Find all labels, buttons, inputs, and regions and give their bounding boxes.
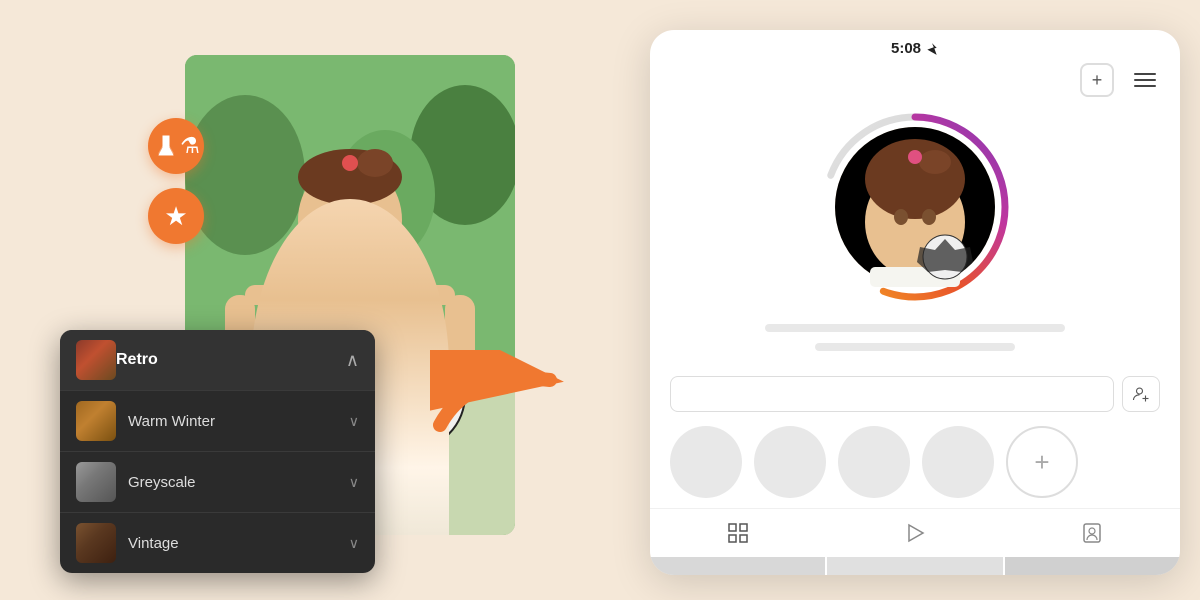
warm-winter-thumb (76, 401, 116, 441)
bio-line-2 (815, 343, 1015, 351)
friend-search-input[interactable] (670, 376, 1114, 412)
lab-icon (152, 132, 180, 160)
tab-play[interactable] (883, 517, 947, 549)
retro-thumb (76, 340, 116, 380)
retro-chevron: ∧ (346, 350, 359, 371)
vintage-label: Vintage (128, 535, 349, 552)
status-bar: 5:08 (650, 30, 1180, 63)
portrait-icon (1080, 521, 1104, 545)
play-icon (903, 521, 927, 545)
filter-dropdown: Retro ∧ Warm Winter ∨ Greyscale ∨ Vintag… (60, 330, 375, 573)
dropdown-header-retro[interactable]: Retro ∧ (60, 330, 375, 390)
story-circle-2[interactable] (754, 426, 826, 498)
add-friend-button[interactable] (1122, 376, 1160, 412)
story-circle-1[interactable] (670, 426, 742, 498)
stories-row: + (650, 416, 1180, 508)
add-story-button[interactable]: + (1006, 426, 1078, 498)
greyscale-chevron: ∨ (349, 474, 359, 491)
tab-grid[interactable] (706, 517, 770, 549)
dropdown-item-warm-winter[interactable]: Warm Winter ∨ (60, 390, 375, 451)
grid-cell-3[interactable] (1005, 557, 1180, 575)
tab-portrait[interactable] (1060, 517, 1124, 549)
retro-label: Retro (116, 351, 346, 369)
greyscale-thumb (76, 462, 116, 502)
bio-line-1 (765, 324, 1065, 332)
lab-icon-text: ⚗ (180, 135, 200, 157)
star-button[interactable]: ★ (148, 188, 204, 244)
add-person-icon (1132, 385, 1150, 403)
bottom-tabs (650, 508, 1180, 557)
left-section: ⚗ ★ Retro ∧ Warm Winter ∨ Greyscale ∨ Vi… (0, 0, 560, 600)
status-time: 5:08 (891, 40, 939, 57)
location-icon (925, 42, 939, 56)
grid-cell-2[interactable] (827, 557, 1002, 575)
hamburger-line-1 (1134, 73, 1156, 75)
arrow-decoration (430, 350, 570, 445)
hamburger-line-3 (1134, 85, 1156, 87)
grid-cell-1[interactable] (650, 557, 825, 575)
story-circle-4[interactable] (922, 426, 994, 498)
warm-winter-label: Warm Winter (128, 413, 349, 430)
phone-frame: 5:08 + (650, 30, 1180, 575)
dropdown-item-vintage[interactable]: Vintage ∨ (60, 512, 375, 573)
add-button[interactable]: + (1080, 63, 1114, 97)
lab-button[interactable]: ⚗ (148, 118, 204, 174)
photo-grid (650, 557, 1180, 575)
star-icon: ★ (164, 203, 187, 229)
menu-button[interactable] (1130, 69, 1160, 91)
vintage-chevron: ∨ (349, 535, 359, 552)
add-friend-row (650, 372, 1180, 416)
warm-winter-chevron: ∨ (349, 413, 359, 430)
profile-section (650, 107, 1180, 372)
hamburger-line-2 (1134, 79, 1156, 81)
top-action-bar: + (650, 63, 1180, 107)
grid-icon (726, 521, 750, 545)
story-avatar[interactable] (815, 107, 1015, 307)
greyscale-label: Greyscale (128, 474, 349, 491)
dropdown-item-greyscale[interactable]: Greyscale ∨ (60, 451, 375, 512)
vintage-thumb (76, 523, 116, 563)
phone-mockup: 5:08 + (650, 30, 1180, 575)
story-circle-3[interactable] (838, 426, 910, 498)
